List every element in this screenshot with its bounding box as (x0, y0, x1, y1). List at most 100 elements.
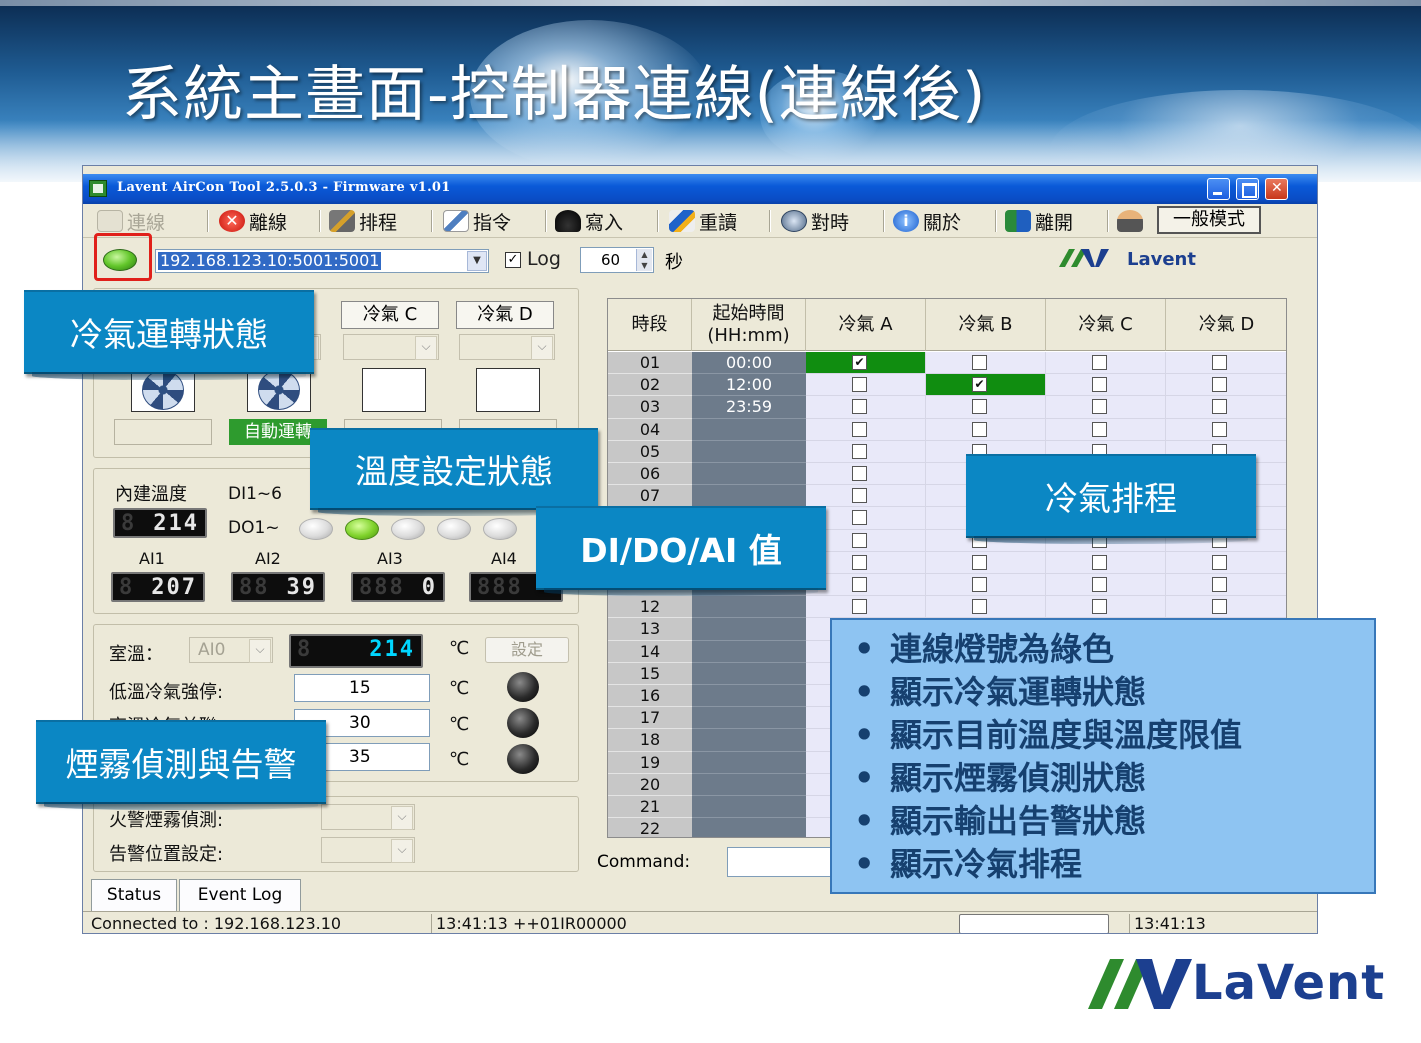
schedule-cell (806, 440, 926, 463)
schedule-checkbox[interactable] (972, 399, 987, 415)
alarm-position-combo[interactable] (321, 837, 415, 863)
chevron-down-icon[interactable]: ▼ (467, 251, 487, 271)
schedule-checkbox[interactable]: ✔ (972, 377, 987, 393)
log-checkbox[interactable]: ✓ (505, 252, 521, 268)
schedule-cell (926, 596, 1046, 619)
schedule-checkbox[interactable] (852, 421, 867, 437)
schedule-checkbox[interactable] (852, 510, 867, 526)
schedule-checkbox[interactable] (1092, 577, 1107, 592)
disconnect-icon: ✕ (219, 210, 245, 232)
schedule-checkbox[interactable] (1212, 554, 1227, 570)
start-time-cell[interactable]: 12:00 (692, 374, 806, 397)
schedule-checkbox[interactable] (852, 377, 867, 393)
start-time-cell[interactable] (692, 818, 806, 837)
schedule-cell (806, 396, 926, 419)
schedule-checkbox[interactable] (1092, 399, 1107, 415)
schedule-checkbox[interactable] (852, 577, 867, 592)
address-combo[interactable]: 192.168.123.10:5001:5001 ▼ (155, 249, 489, 273)
room-temp-source-combo[interactable]: AI0 (189, 637, 273, 663)
ai4-label: AI4 (491, 549, 517, 568)
mode-indicator[interactable]: 一般模式 (1157, 206, 1261, 234)
tab-event-log[interactable]: Event Log (179, 879, 301, 911)
start-time-cell[interactable] (692, 618, 806, 641)
schedule-checkbox[interactable] (852, 399, 867, 415)
set-button[interactable]: 設定 (485, 637, 569, 663)
schedule-checkbox[interactable] (852, 488, 867, 504)
status-connected: Connected to : 192.168.123.10 (91, 914, 342, 933)
low-temp-input[interactable]: 15 (294, 674, 430, 702)
start-time-cell[interactable] (692, 773, 806, 796)
aircon-c-mode-combo[interactable] (343, 334, 439, 360)
start-time-cell[interactable] (692, 796, 806, 819)
feature-item: 連線燈號為綠色 (854, 628, 1242, 671)
start-time-cell[interactable] (692, 440, 806, 463)
aircon-c-fan (362, 368, 426, 412)
lavent-logo: LaVent (1088, 955, 1398, 1013)
schedule-checkbox[interactable] (972, 554, 987, 570)
write-button[interactable]: 寫入 (555, 208, 623, 234)
schedule-checkbox[interactable] (852, 532, 867, 548)
command-button[interactable]: 指令 (443, 208, 511, 234)
minimize-button[interactable] (1207, 178, 1230, 200)
start-time-cell[interactable] (692, 418, 806, 441)
connect-button[interactable]: 連線 (97, 208, 165, 234)
schedule-checkbox[interactable] (1092, 421, 1107, 437)
title-bar[interactable]: Lavent AirCon Tool 2.5.0.3 - Firmware v1… (83, 174, 1317, 204)
start-time-cell[interactable] (692, 640, 806, 663)
start-time-cell[interactable] (692, 729, 806, 752)
schedule-checkbox[interactable] (972, 355, 987, 370)
feature-item: 顯示冷氣排程 (854, 843, 1242, 886)
user-mode-button[interactable] (1117, 208, 1147, 234)
schedule-checkbox[interactable]: ✔ (852, 355, 867, 370)
aircon-d-mode-combo[interactable] (459, 334, 555, 360)
slot-cell: 01 (608, 352, 692, 375)
start-time-cell[interactable] (692, 751, 806, 774)
interval-stepper[interactable]: 60 ▲ ▼ (580, 247, 654, 273)
schedule-checkbox[interactable] (1092, 355, 1107, 370)
callout-smoke-alarm: 煙霧偵測與告警 (36, 720, 326, 810)
start-time-cell[interactable] (692, 662, 806, 685)
start-time-cell[interactable]: 23:59 (692, 396, 806, 419)
tab-status[interactable]: Status (91, 879, 177, 911)
schedule-checkbox[interactable] (972, 421, 987, 437)
about-button[interactable]: i 關於 (893, 208, 961, 234)
schedule-checkbox[interactable] (852, 466, 867, 481)
table-row: 01 00:00 ✔ (608, 352, 1286, 375)
start-time-cell[interactable] (692, 707, 806, 730)
schedule-checkbox[interactable] (1092, 377, 1107, 393)
start-time-cell[interactable]: 00:00 (692, 352, 806, 375)
menu-bar[interactable] (83, 166, 1317, 174)
schedule-cell (1046, 574, 1166, 597)
schedule-checkbox[interactable] (1212, 377, 1227, 393)
high-temp-led (507, 708, 539, 738)
schedule-checkbox[interactable] (852, 554, 867, 570)
schedule-checkbox[interactable] (972, 577, 987, 592)
slide-title: 系統主畫面-控制器連線(連線後) (122, 60, 987, 130)
clock-icon (781, 210, 807, 232)
schedule-button[interactable]: 排程 (329, 208, 397, 234)
schedule-checkbox[interactable] (1212, 577, 1227, 592)
start-time-cell[interactable] (692, 463, 806, 486)
schedule-checkbox[interactable] (1212, 355, 1227, 370)
disconnect-button[interactable]: ✕ 離線 (219, 208, 287, 234)
schedule-checkbox[interactable] (852, 599, 867, 615)
feature-item: 顯示冷氣運轉狀態 (854, 671, 1242, 714)
schedule-cell (926, 418, 1046, 441)
schedule-checkbox[interactable] (972, 599, 987, 615)
schedule-checkbox[interactable] (852, 443, 867, 459)
reread-button[interactable]: 重讀 (669, 208, 737, 234)
maximize-button[interactable] (1236, 178, 1259, 200)
sync-time-button[interactable]: 對時 (781, 208, 849, 234)
schedule-checkbox[interactable] (1092, 554, 1107, 570)
schedule-checkbox[interactable] (1092, 599, 1107, 615)
schedule-checkbox[interactable] (1212, 399, 1227, 415)
exit-button[interactable]: 離開 (1005, 208, 1073, 234)
close-button[interactable] (1265, 178, 1288, 200)
schedule-checkbox[interactable] (1212, 421, 1227, 437)
start-time-cell[interactable] (692, 485, 806, 508)
fire-smoke-combo[interactable] (321, 804, 415, 830)
schedule-checkbox[interactable] (1212, 599, 1227, 615)
start-time-cell[interactable] (692, 685, 806, 708)
spin-arrows-icon[interactable]: ▲ ▼ (636, 249, 652, 271)
start-time-cell[interactable] (692, 596, 806, 619)
